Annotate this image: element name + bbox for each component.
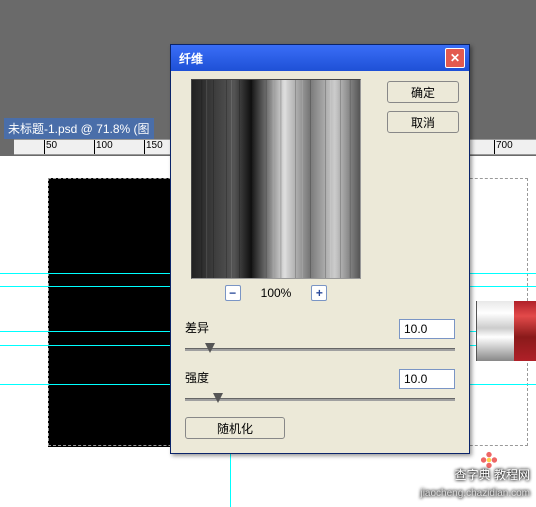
- ruler-tick: 700: [494, 140, 513, 155]
- dialog-title: 纤维: [175, 50, 445, 67]
- watermark-text: 查字典 教程网: [455, 468, 530, 482]
- ruler-tick: 50: [44, 140, 57, 155]
- watermark: 查字典 教程网 jiaocheng.chazidian.com: [420, 467, 530, 501]
- minus-icon: −: [229, 286, 236, 300]
- variance-slider[interactable]: [185, 343, 455, 357]
- zoom-in-button[interactable]: +: [311, 285, 327, 301]
- variance-input[interactable]: [399, 319, 455, 339]
- strength-slider[interactable]: [185, 393, 455, 407]
- cancel-button[interactable]: 取消: [387, 111, 459, 133]
- filter-preview[interactable]: [191, 79, 361, 279]
- close-button[interactable]: ✕: [445, 48, 465, 68]
- slider-thumb[interactable]: [213, 393, 223, 403]
- plus-icon: +: [316, 286, 323, 300]
- watermark-url: jiaocheng.chazidian.com: [420, 488, 530, 499]
- ruler-tick: 150: [144, 140, 163, 155]
- zoom-percentage: 100%: [261, 286, 292, 300]
- close-icon: ✕: [450, 51, 460, 65]
- dialog-titlebar[interactable]: 纤维 ✕: [171, 45, 469, 71]
- pencil-graphic: [476, 301, 536, 361]
- strength-label: 强度: [185, 369, 209, 386]
- strength-input[interactable]: [399, 369, 455, 389]
- fibers-dialog: 纤维 ✕: [170, 44, 470, 454]
- slider-thumb[interactable]: [205, 343, 215, 353]
- ruler-tick: 100: [94, 140, 113, 155]
- zoom-out-button[interactable]: −: [225, 285, 241, 301]
- ok-button[interactable]: 确定: [387, 81, 459, 103]
- variance-label: 差异: [185, 319, 209, 336]
- document-title: 未标题-1.psd @ 71.8% (图: [4, 118, 154, 139]
- randomize-button[interactable]: 随机化: [185, 417, 285, 439]
